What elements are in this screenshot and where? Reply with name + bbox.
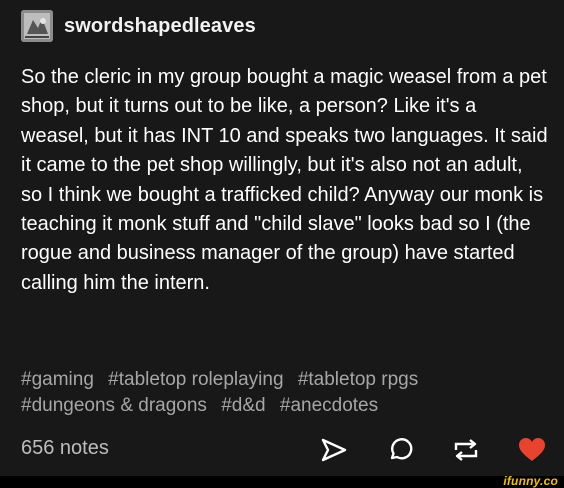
post-tags: #gaming #tabletop roleplaying #tabletop …	[21, 367, 549, 419]
post-header: swordshapedleaves	[21, 10, 256, 42]
like-button[interactable]	[517, 435, 547, 465]
tumblr-post: swordshapedleaves So the cleric in my gr…	[0, 0, 564, 476]
share-button[interactable]	[319, 435, 349, 465]
reblog-button[interactable]	[451, 435, 481, 465]
reply-icon	[390, 438, 413, 460]
tag-link[interactable]: #anecdotes	[280, 395, 378, 416]
share-icon	[321, 438, 347, 462]
tag-link[interactable]: #tabletop roleplaying	[108, 369, 283, 390]
avatar[interactable]	[21, 10, 53, 42]
reblog-icon	[454, 439, 478, 461]
post-body: So the cleric in my group bought a magic…	[21, 66, 548, 294]
tag-link[interactable]: #d&d	[221, 395, 265, 416]
ifunny-watermark: ifunny.co	[503, 474, 558, 488]
post-footer: 656 notes	[21, 433, 547, 467]
notes-count[interactable]: 656 notes	[21, 437, 109, 460]
tag-link[interactable]: #gaming	[21, 369, 94, 390]
post-actions	[283, 433, 547, 467]
reply-button[interactable]	[385, 435, 415, 465]
author-username[interactable]: swordshapedleaves	[64, 15, 256, 38]
avatar-image-icon	[21, 10, 53, 42]
tag-link[interactable]: #tabletop rpgs	[298, 369, 418, 390]
tag-link[interactable]: #dungeons & dragons	[21, 395, 207, 416]
like-heart-icon	[519, 438, 545, 461]
